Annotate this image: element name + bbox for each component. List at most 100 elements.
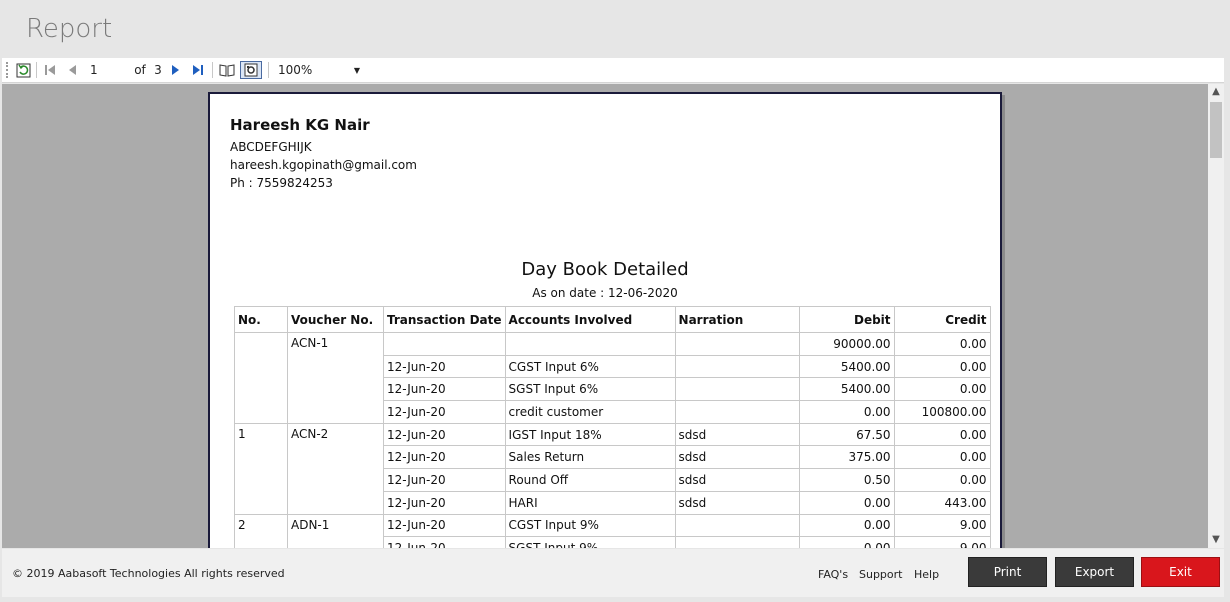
copyright-text: © 2019 Aabasoft Technologies All rights … — [12, 567, 285, 580]
date-cell: 12-Jun-20 — [383, 468, 506, 492]
scrollbar-thumb[interactable] — [1210, 102, 1222, 158]
column-header: Voucher No. — [287, 306, 384, 333]
date-cell: 12-Jun-20 — [383, 490, 506, 515]
last-page-button[interactable] — [190, 61, 206, 79]
voucher-number-cell: ACN-2 — [287, 422, 384, 515]
narration-cell — [674, 332, 800, 356]
table-row: ACN-1 90000.00 0.00 — [234, 332, 991, 424]
column-header: Transaction Date — [383, 306, 506, 333]
date-cell: 12-Jun-20 — [383, 536, 506, 548]
table-body: ACN-1 90000.00 0.00 12-Jun-20 CGST Input 6% 5… — [234, 332, 991, 548]
voucher-index-cell: 2 — [234, 513, 288, 548]
column-header: Debit — [798, 306, 895, 333]
narration-cell — [674, 400, 800, 424]
zoom-select[interactable]: 100% ▼ — [274, 61, 364, 79]
exit-button[interactable]: Exit — [1141, 557, 1220, 587]
date-cell — [383, 332, 506, 356]
scroll-up-icon[interactable]: ▲ — [1208, 84, 1224, 100]
export-button[interactable]: Export — [1055, 557, 1134, 587]
toolbar-grip[interactable] — [6, 62, 9, 78]
account-cell: SGST Input 9% — [504, 536, 676, 548]
voucher-number-cell: ACN-1 — [287, 332, 384, 424]
date-cell: 12-Jun-20 — [383, 422, 506, 447]
debit-cell: 0.00 — [798, 513, 895, 538]
account-cell: HARI — [504, 490, 676, 515]
narration-cell: sdsd — [674, 490, 800, 515]
vertical-scrollbar[interactable]: ▲ ▼ — [1208, 84, 1224, 548]
narration-cell: sdsd — [674, 468, 800, 492]
voucher-index-cell: 1 — [234, 422, 288, 515]
narration-cell: sdsd — [674, 445, 800, 470]
zoom-value: 100% — [278, 63, 313, 77]
date-cell: 12-Jun-20 — [383, 354, 506, 379]
narration-cell — [674, 536, 800, 548]
voucher-number-cell: ADN-1 — [287, 513, 384, 548]
print-button[interactable]: Print — [968, 557, 1047, 587]
credit-cell: 9.00 — [893, 513, 991, 538]
title-bar: Report — [0, 0, 1230, 58]
report-subtitle: As on date : 12-06-2020 — [532, 286, 678, 300]
faq-link[interactable]: FAQ's — [818, 568, 848, 581]
credit-cell: 0.00 — [893, 377, 991, 402]
refresh-button[interactable] — [14, 61, 32, 79]
report-page: Hareesh KG Nair ABCDEFGHIJK hareesh.kgop… — [208, 92, 1002, 548]
account-cell: CGST Input 9% — [504, 513, 676, 538]
debit-cell: 5400.00 — [798, 354, 895, 379]
page-setup-button[interactable] — [240, 61, 262, 79]
page-setup-icon — [244, 63, 258, 77]
table-row: 1 ACN-2 12-Jun-20 IGST Input 18% sdsd 67.50 0.… — [234, 422, 991, 515]
credit-cell: 443.00 — [893, 490, 991, 515]
credit-cell: 0.00 — [893, 445, 991, 470]
report-toolbar: 1 of 3 100% ▼ — [2, 58, 1224, 83]
company-address: ABCDEFGHIJK — [230, 140, 312, 154]
company-name: Hareesh KG Nair — [230, 116, 370, 134]
previous-page-button[interactable] — [64, 61, 80, 79]
account-cell: Round Off — [504, 468, 676, 492]
refresh-icon — [16, 63, 30, 77]
date-cell: 12-Jun-20 — [383, 445, 506, 470]
last-page-icon — [193, 65, 203, 75]
debit-cell: 0.00 — [798, 400, 895, 424]
debit-cell: 0.50 — [798, 468, 895, 492]
debit-cell: 90000.00 — [798, 332, 895, 356]
debit-cell: 0.00 — [798, 490, 895, 515]
page-total: 3 — [154, 63, 162, 77]
column-header: No. — [234, 306, 288, 333]
account-cell: CGST Input 6% — [504, 354, 676, 379]
day-book-table: No. Voucher No. Transaction Date Account… — [234, 306, 991, 548]
table-row: 2 ADN-1 12-Jun-20 CGST Input 9% 0.00 9.00 — [234, 513, 991, 548]
date-cell: 12-Jun-20 — [383, 513, 506, 538]
narration-cell — [674, 377, 800, 402]
report-title: Day Book Detailed — [521, 259, 689, 280]
help-link[interactable]: Help — [914, 568, 939, 581]
credit-cell: 9.00 — [893, 536, 991, 548]
page-number-value: 1 — [90, 63, 98, 77]
account-cell: IGST Input 18% — [504, 422, 676, 447]
narration-cell — [674, 354, 800, 379]
column-header: Narration — [674, 306, 800, 333]
account-cell: SGST Input 6% — [504, 377, 676, 402]
credit-cell: 100800.00 — [893, 400, 991, 424]
first-page-button[interactable] — [42, 61, 58, 79]
scroll-down-icon[interactable]: ▼ — [1208, 532, 1224, 548]
report-viewer[interactable]: Hareesh KG Nair ABCDEFGHIJK hareesh.kgop… — [2, 84, 1208, 548]
account-cell: credit customer — [504, 400, 676, 424]
column-header: Credit — [893, 306, 991, 333]
debit-cell: 5400.00 — [798, 377, 895, 402]
debit-cell: 0.00 — [798, 536, 895, 548]
company-email: hareesh.kgopinath@gmail.com — [230, 158, 417, 172]
previous-page-icon — [69, 65, 76, 75]
account-cell: Sales Return — [504, 445, 676, 470]
page-number-input[interactable]: 1 — [86, 61, 128, 79]
footer-bar: © 2019 Aabasoft Technologies All rights … — [2, 549, 1224, 597]
window-title: Report — [26, 14, 113, 44]
next-page-button[interactable] — [168, 61, 184, 79]
date-cell: 12-Jun-20 — [383, 377, 506, 402]
debit-cell: 375.00 — [798, 445, 895, 470]
account-cell — [504, 332, 676, 356]
book-icon — [219, 64, 235, 77]
support-link[interactable]: Support — [859, 568, 902, 581]
narration-cell: sdsd — [674, 422, 800, 447]
print-layout-button[interactable] — [218, 61, 236, 79]
credit-cell: 0.00 — [893, 422, 991, 447]
